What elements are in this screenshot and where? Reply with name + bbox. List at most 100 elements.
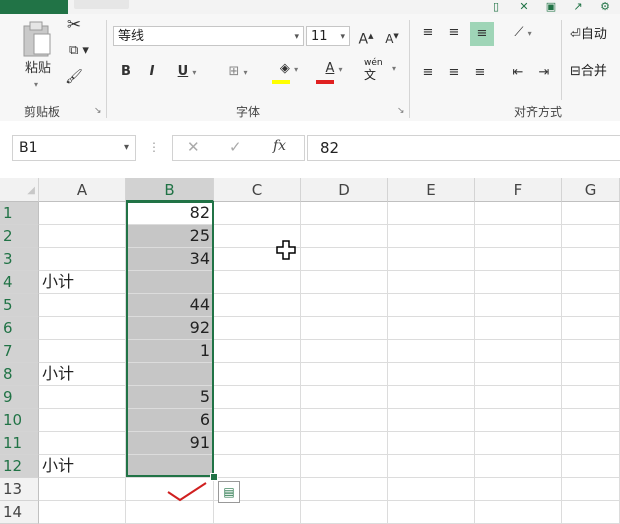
row-header[interactable]: 4 bbox=[0, 271, 39, 294]
table-cell[interactable] bbox=[388, 478, 475, 501]
column-header-b[interactable]: B bbox=[126, 178, 214, 202]
table-cell[interactable] bbox=[39, 409, 126, 432]
font-color-button[interactable]: A ▾ bbox=[314, 60, 354, 84]
table-cell[interactable]: 小计 bbox=[39, 363, 126, 386]
table-cell[interactable] bbox=[214, 363, 301, 386]
row-header[interactable]: 12 bbox=[0, 455, 39, 478]
decrease-indent-button[interactable]: ⇤ bbox=[508, 64, 528, 82]
table-cell[interactable]: 34 bbox=[126, 248, 214, 271]
row-header[interactable]: 11 bbox=[0, 432, 39, 455]
phonetic-button[interactable]: wén 文 ▾ bbox=[364, 58, 402, 88]
table-cell[interactable] bbox=[39, 225, 126, 248]
table-cell[interactable] bbox=[388, 248, 475, 271]
fill-color-button[interactable]: ◈ ▾ bbox=[270, 60, 308, 84]
table-cell[interactable] bbox=[301, 294, 388, 317]
table-cell[interactable] bbox=[301, 501, 388, 524]
table-cell[interactable] bbox=[562, 363, 620, 386]
table-cell[interactable] bbox=[214, 294, 301, 317]
table-cell[interactable] bbox=[388, 409, 475, 432]
tab-home[interactable] bbox=[74, 0, 129, 9]
wrap-text-button[interactable]: ⏎自动 bbox=[570, 26, 620, 44]
table-cell[interactable] bbox=[301, 432, 388, 455]
grow-font-button[interactable]: A▲ bbox=[356, 27, 376, 49]
table-cell[interactable]: 6 bbox=[126, 409, 214, 432]
table-cell[interactable] bbox=[39, 386, 126, 409]
row-header[interactable]: 1 bbox=[0, 202, 39, 225]
table-cell[interactable] bbox=[301, 271, 388, 294]
table-cell[interactable] bbox=[388, 340, 475, 363]
column-header-g[interactable]: G bbox=[562, 178, 620, 202]
name-box[interactable]: B1 ▾ bbox=[12, 135, 136, 161]
row-header[interactable]: 3 bbox=[0, 248, 39, 271]
table-cell[interactable] bbox=[475, 340, 562, 363]
table-cell[interactable] bbox=[214, 340, 301, 363]
table-cell[interactable] bbox=[388, 271, 475, 294]
copy-icon[interactable]: ⧉ ▾ bbox=[64, 42, 94, 62]
table-cell[interactable] bbox=[475, 202, 562, 225]
format-painter-icon[interactable]: 🖌 bbox=[64, 68, 84, 88]
table-cell[interactable] bbox=[388, 317, 475, 340]
row-header[interactable]: 14 bbox=[0, 501, 39, 524]
row-header[interactable]: 6 bbox=[0, 317, 39, 340]
table-cell[interactable]: 92 bbox=[126, 317, 214, 340]
file-tab[interactable] bbox=[0, 0, 68, 14]
borders-button[interactable]: ⊞ ▾ bbox=[218, 63, 258, 82]
font-name-select[interactable]: 等线 ▾ bbox=[113, 26, 304, 46]
table-cell[interactable] bbox=[562, 501, 620, 524]
table-cell[interactable] bbox=[475, 432, 562, 455]
table-cell[interactable] bbox=[562, 432, 620, 455]
table-cell[interactable] bbox=[562, 409, 620, 432]
table-cell[interactable] bbox=[126, 363, 214, 386]
align-middle-button[interactable]: ≡ bbox=[444, 24, 464, 42]
table-cell[interactable] bbox=[214, 409, 301, 432]
row-header[interactable]: 2 bbox=[0, 225, 39, 248]
cut-icon[interactable]: ✂ bbox=[64, 16, 84, 36]
table-cell[interactable] bbox=[214, 455, 301, 478]
row-header[interactable]: 7 bbox=[0, 340, 39, 363]
table-cell[interactable] bbox=[39, 478, 126, 501]
row-header[interactable]: 13 bbox=[0, 478, 39, 501]
table-cell[interactable] bbox=[301, 248, 388, 271]
table-cell[interactable] bbox=[388, 501, 475, 524]
table-cell[interactable] bbox=[301, 317, 388, 340]
font-launcher-icon[interactable]: ↘ bbox=[397, 106, 405, 116]
table-cell[interactable] bbox=[39, 501, 126, 524]
cancel-icon[interactable]: ✕ bbox=[187, 138, 200, 156]
table-cell[interactable]: 25 bbox=[126, 225, 214, 248]
column-header-f[interactable]: F bbox=[475, 178, 562, 202]
table-cell[interactable] bbox=[214, 202, 301, 225]
table-cell[interactable] bbox=[301, 455, 388, 478]
underline-button[interactable]: U ▾ bbox=[170, 63, 204, 82]
table-cell[interactable] bbox=[475, 225, 562, 248]
table-cell[interactable] bbox=[388, 432, 475, 455]
formula-bar-splitter[interactable]: ⋮ bbox=[148, 140, 160, 154]
align-center-button[interactable]: ≡ bbox=[444, 64, 464, 82]
table-cell[interactable] bbox=[301, 225, 388, 248]
table-cell[interactable] bbox=[388, 455, 475, 478]
table-cell[interactable] bbox=[39, 294, 126, 317]
table-cell[interactable] bbox=[39, 340, 126, 363]
enter-icon[interactable]: ✓ bbox=[229, 138, 242, 156]
table-cell[interactable] bbox=[475, 455, 562, 478]
table-cell[interactable] bbox=[214, 501, 301, 524]
paste-button[interactable]: 粘贴 ▾ bbox=[18, 18, 58, 98]
table-cell[interactable] bbox=[475, 271, 562, 294]
table-cell[interactable]: 小计 bbox=[39, 271, 126, 294]
table-cell[interactable] bbox=[301, 340, 388, 363]
table-cell[interactable] bbox=[475, 363, 562, 386]
share-icon[interactable]: ✕ bbox=[516, 0, 532, 13]
table-cell[interactable] bbox=[301, 202, 388, 225]
clipboard-launcher-icon[interactable]: ↘ bbox=[94, 106, 102, 116]
shrink-font-button[interactable]: A▼ bbox=[382, 27, 402, 48]
row-header[interactable]: 5 bbox=[0, 294, 39, 317]
column-header-d[interactable]: D bbox=[301, 178, 388, 202]
table-cell[interactable] bbox=[562, 340, 620, 363]
row-header[interactable]: 9 bbox=[0, 386, 39, 409]
table-cell[interactable] bbox=[388, 225, 475, 248]
fill-handle[interactable] bbox=[210, 473, 218, 481]
table-cell[interactable] bbox=[475, 409, 562, 432]
table-cell[interactable] bbox=[562, 248, 620, 271]
align-right-button[interactable]: ≡ bbox=[470, 64, 490, 82]
font-size-select[interactable]: 11 ▾ bbox=[306, 26, 350, 46]
table-cell[interactable] bbox=[562, 225, 620, 248]
